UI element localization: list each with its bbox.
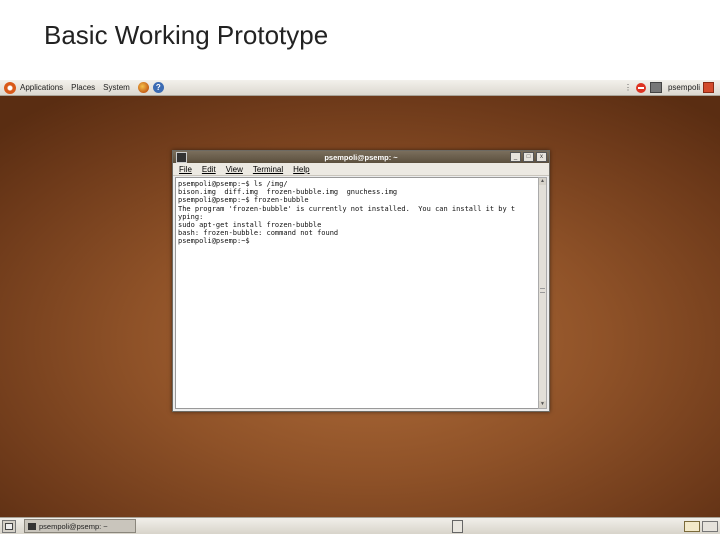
terminal-line: psempoli@psemp:~$ ls /img/ bbox=[178, 180, 288, 188]
terminal-menubar: File Edit View Terminal Help bbox=[173, 163, 549, 176]
network-icon[interactable] bbox=[649, 82, 662, 93]
menu-view[interactable]: View bbox=[226, 165, 243, 174]
workspace-switcher-1[interactable] bbox=[684, 521, 700, 532]
scroll-thumb[interactable] bbox=[540, 288, 545, 293]
terminal-line: yping: bbox=[178, 212, 204, 221]
terminal-line: bash: frozen-bubble: command not found bbox=[178, 229, 339, 238]
shutdown-icon[interactable] bbox=[703, 82, 714, 93]
menu-terminal[interactable]: Terminal bbox=[253, 165, 283, 174]
terminal-line: The program 'frozen-bubble' is currently… bbox=[178, 204, 516, 213]
taskbar-item-terminal[interactable]: psempoli@psemp: ~ bbox=[24, 519, 136, 533]
terminal-line: bison.img diff.img frozen-bubble.img gnu… bbox=[178, 188, 398, 197]
trash-icon[interactable] bbox=[452, 520, 463, 533]
menu-places[interactable]: Places bbox=[71, 83, 95, 92]
slide-title: Basic Working Prototype bbox=[44, 20, 329, 50]
terminal-line: sudo apt-get install frozen-bubble bbox=[178, 221, 322, 230]
help-icon[interactable]: ? bbox=[152, 82, 164, 93]
terminal-window[interactable]: psempoli@psemp: ~ _ □ x File Edit View T… bbox=[172, 150, 550, 412]
menu-system[interactable]: System bbox=[103, 83, 130, 92]
panel-right-area: ⋮ psempoli bbox=[624, 82, 714, 93]
terminal-output[interactable]: psempoli@psemp:~$ ls /img/bison.img diff… bbox=[175, 177, 539, 409]
scroll-down-icon[interactable]: ▼ bbox=[539, 401, 546, 408]
panel-username: psempoli bbox=[667, 83, 700, 92]
taskbar-item-label: psempoli@psemp: ~ bbox=[39, 521, 108, 531]
terminal-titlebar[interactable]: psempoli@psemp: ~ _ □ x bbox=[173, 151, 549, 163]
top-panel: Applications Places System ? ⋮ psempoli bbox=[0, 80, 720, 96]
menu-help[interactable]: Help bbox=[293, 165, 309, 174]
terminal-line: psempoli@psemp:~$ frozen-bubble bbox=[178, 196, 309, 205]
desktop-screenshot: Applications Places System ? ⋮ psempoli … bbox=[0, 80, 720, 533]
menu-applications[interactable]: Applications bbox=[20, 83, 63, 92]
show-desktop-icon[interactable] bbox=[2, 519, 16, 533]
workspace-switcher-2[interactable] bbox=[702, 521, 718, 532]
bottom-panel: psempoli@psemp: ~ bbox=[0, 517, 720, 534]
firefox-icon[interactable] bbox=[137, 82, 149, 93]
ubuntu-logo-icon[interactable] bbox=[4, 81, 16, 94]
terminal-task-icon bbox=[28, 522, 36, 530]
terminal-line: psempoli@psemp:~$ bbox=[178, 237, 250, 246]
terminal-scrollbar[interactable]: ▲ ▼ bbox=[538, 177, 547, 409]
menu-file[interactable]: File bbox=[179, 165, 192, 174]
menu-edit[interactable]: Edit bbox=[202, 165, 216, 174]
panel-handle-icon: ⋮ bbox=[623, 83, 632, 92]
scroll-up-icon[interactable]: ▲ bbox=[539, 178, 546, 185]
update-notifier-icon[interactable] bbox=[635, 82, 646, 93]
terminal-title: psempoli@psemp: ~ bbox=[324, 152, 398, 162]
